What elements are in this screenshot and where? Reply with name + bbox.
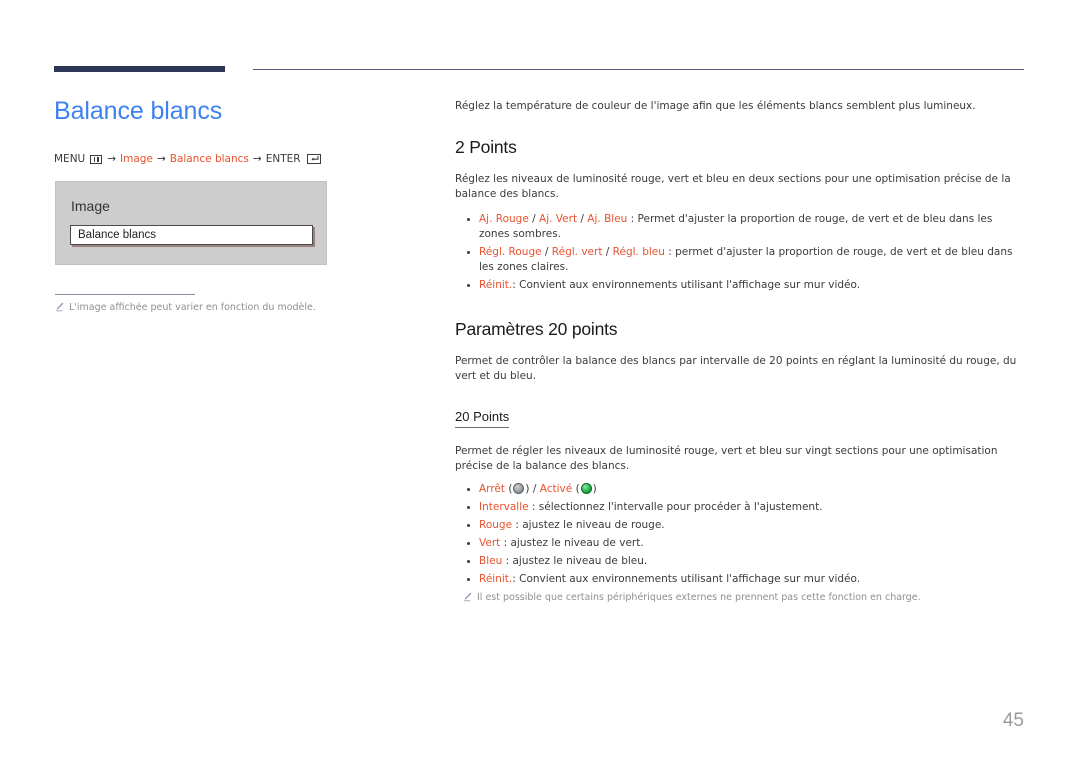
page-title: Balance blancs <box>54 97 223 125</box>
term-regl-rouge: Régl. Rouge <box>479 246 542 258</box>
menu-grid-icon <box>90 154 103 164</box>
list-item: Réinit.: Convient aux environnements uti… <box>455 572 1025 587</box>
toggle-slash: / <box>529 483 540 495</box>
term-arret: Arrêt <box>479 483 505 495</box>
list-item: Vert : ajustez le niveau de vert. <box>455 536 1025 551</box>
left-note-text: L'image affichée peut varier en fonction… <box>69 302 316 313</box>
term-reinit-2: Réinit. <box>479 573 513 585</box>
note-separator <box>55 294 195 295</box>
desc-rouge: : ajustez le niveau de rouge. <box>512 519 665 531</box>
section-heading-parametres-20-points: Paramètres 20 points <box>455 319 618 339</box>
main-content: Réglez la température de couleur de l'im… <box>455 99 1025 607</box>
term-aj-bleu: Aj. Bleu <box>587 213 628 225</box>
list-item: Réinit.: Convient aux environnements uti… <box>455 278 1025 293</box>
breadcrumb-item-balance-blancs[interactable]: Balance blancs <box>170 152 249 166</box>
subsection-body-20-points: Permet de régler les niveaux de luminosi… <box>455 445 998 472</box>
bullet-list-2-points: Aj. Rouge / Aj. Vert / Aj. Bleu : Permet… <box>455 212 1025 293</box>
section-body-parametres-20-points: Permet de contrôler la balance des blanc… <box>455 355 1017 382</box>
page-number: 45 <box>1002 710 1024 731</box>
desc-bleu: : ajustez le niveau de bleu. <box>502 555 648 567</box>
breadcrumb-arrow-3: → <box>252 153 262 165</box>
term-regl-bleu: Régl. bleu <box>612 246 665 258</box>
desc-vert: : ajustez le niveau de vert. <box>500 537 644 549</box>
term-aj-vert: Aj. Vert <box>539 213 578 225</box>
header-accent-bar <box>54 66 225 72</box>
led-off-icon <box>513 483 525 494</box>
section-body-2-points: Réglez les niveaux de luminosité rouge, … <box>455 173 1011 200</box>
term-active: Activé <box>539 483 573 495</box>
list-item: Régl. Rouge / Régl. vert / Régl. bleu : … <box>455 245 1025 275</box>
term-regl-vert: Régl. vert <box>551 246 603 258</box>
bullet-list-20-points: Arrêt () / Activé () Intervalle : sélect… <box>455 482 1025 587</box>
term-rouge: Rouge <box>479 519 513 531</box>
list-item: Aj. Rouge / Aj. Vert / Aj. Bleu : Permet… <box>455 212 1025 242</box>
right-note-text: Il est possible que certains périphériqu… <box>477 592 921 603</box>
subsection-heading-20-points: 20 Points <box>455 408 510 428</box>
pencil-icon <box>463 592 472 607</box>
left-note: L'image affichée peut varier en fonction… <box>55 301 385 317</box>
term-reinit-1: Réinit. <box>479 279 513 291</box>
breadcrumb-enter-label: ENTER <box>265 153 301 165</box>
term-bleu: Bleu <box>479 555 503 567</box>
osd-menu-mock: Image Balance blancs <box>55 181 327 265</box>
breadcrumb: MENU → Image → Balance blancs → ENTER <box>54 152 321 166</box>
breadcrumb-arrow-1: → <box>107 153 117 165</box>
enter-key-icon <box>306 154 321 164</box>
osd-selected-item[interactable]: Balance blancs <box>70 225 313 245</box>
right-note: Il est possible que certains périphériqu… <box>455 591 1025 607</box>
term-vert: Vert <box>479 537 501 549</box>
term-intervalle: Intervalle <box>479 501 529 513</box>
pencil-icon <box>55 302 64 317</box>
list-item: Arrêt () / Activé () <box>455 482 1025 497</box>
header-rule <box>253 69 1024 70</box>
breadcrumb-item-image[interactable]: Image <box>120 152 153 166</box>
breadcrumb-menu-label: MENU <box>54 153 86 165</box>
section-heading-2-points: 2 Points <box>455 137 517 157</box>
intro-paragraph: Réglez la température de couleur de l'im… <box>455 100 976 112</box>
left-column: Balance blancs <box>54 96 414 126</box>
led-on-icon <box>580 483 592 494</box>
desc-intervalle: : sélectionnez l'intervalle pour procéde… <box>528 501 823 513</box>
list-item: Intervalle : sélectionnez l'intervalle p… <box>455 500 1025 515</box>
list-item: Bleu : ajustez le niveau de bleu. <box>455 554 1025 569</box>
desc-reinit-2: : Convient aux environnements utilisant … <box>512 573 861 585</box>
term-aj-rouge: Aj. Rouge <box>479 213 529 225</box>
desc-reinit-1: : Convient aux environnements utilisant … <box>512 279 861 291</box>
osd-section-label: Image <box>71 198 110 214</box>
list-item: Rouge : ajustez le niveau de rouge. <box>455 518 1025 533</box>
breadcrumb-arrow-2: → <box>156 153 166 165</box>
